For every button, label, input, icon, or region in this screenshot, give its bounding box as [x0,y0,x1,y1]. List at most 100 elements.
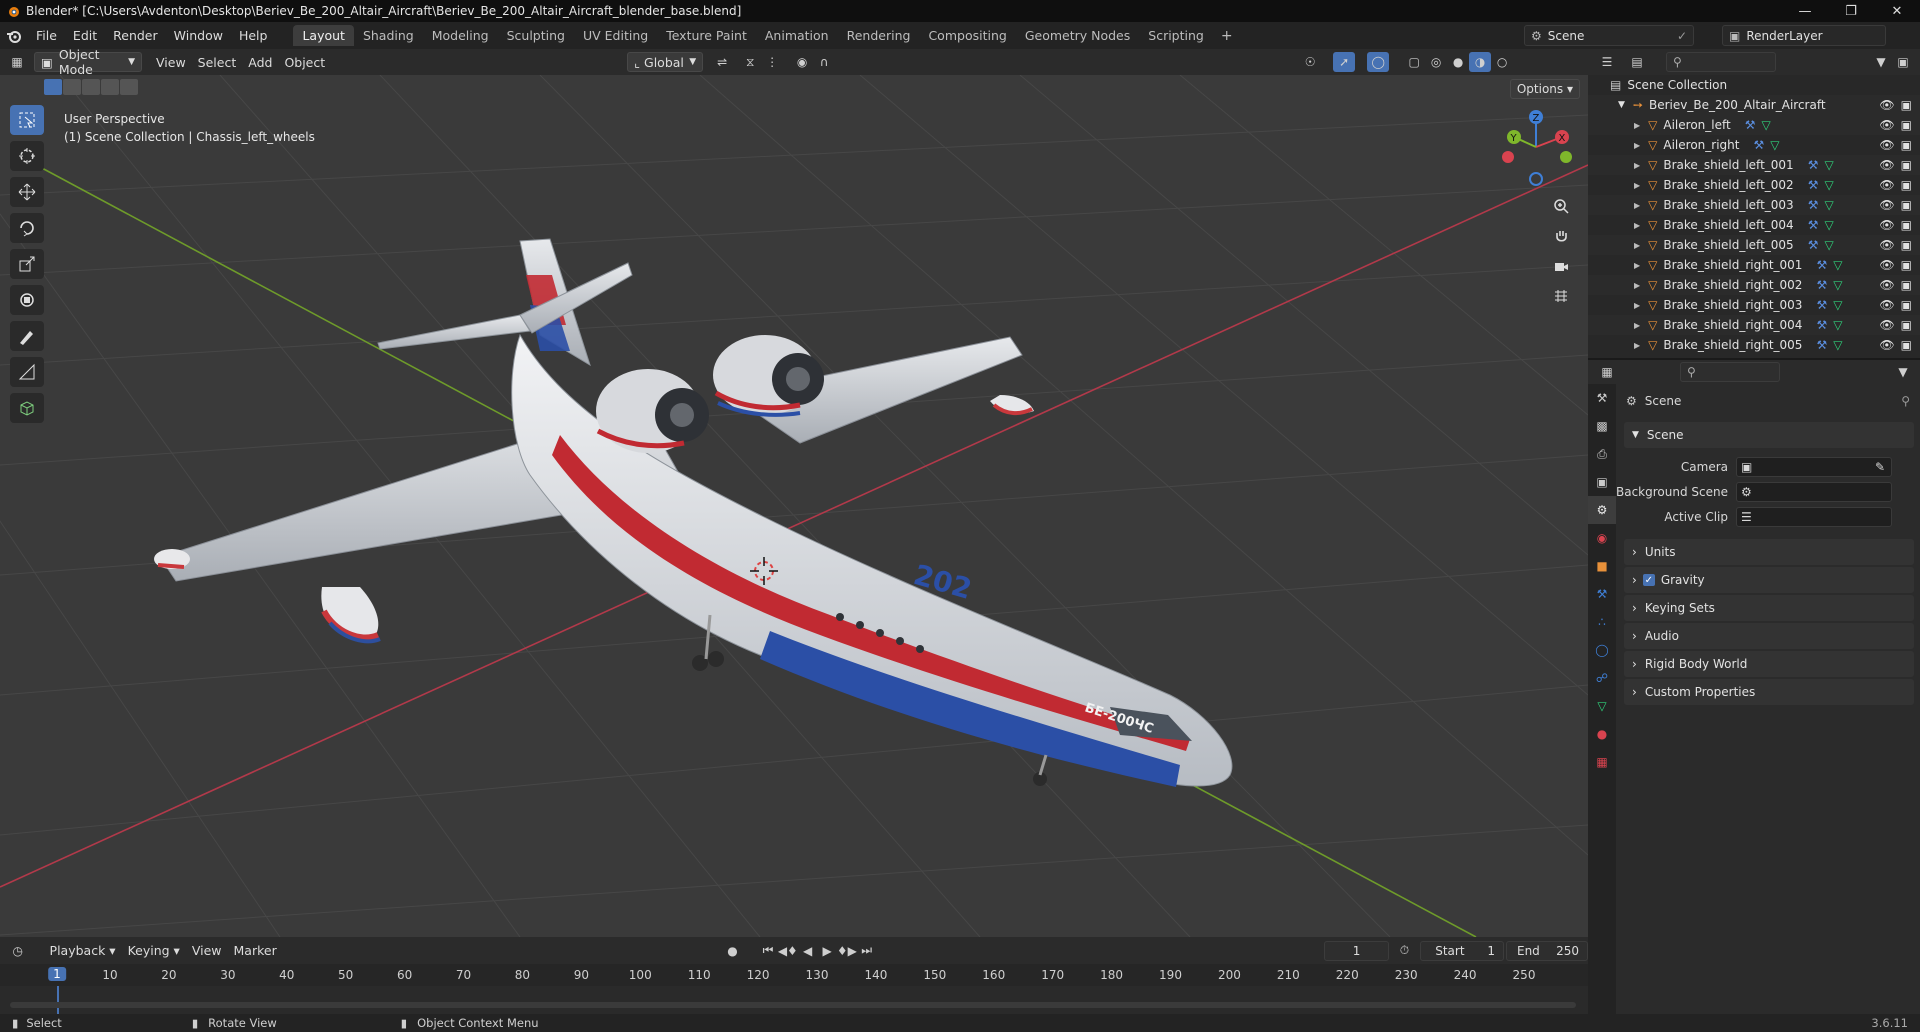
tab-shading[interactable]: Shading [354,25,423,46]
menu-file[interactable]: File [28,22,65,49]
outliner-root[interactable]: ▤ Scene Collection [1588,75,1920,95]
close-icon[interactable]: ✕ [1874,0,1920,22]
minimize-icon[interactable]: — [1782,0,1828,22]
timeline[interactable]: 1 10 20 30 40 50 60 70 80 90 100 110 120 130 140 150 16… [0,964,1588,1014]
play-reverse-icon[interactable]: ◀ [798,941,818,961]
background-scene-field[interactable]: ⚙ [1736,481,1892,502]
pin-icon[interactable]: ✓ [1677,29,1687,43]
menu-playback[interactable]: Playback ▾ [44,941,122,961]
outliner-object-row[interactable]: ▶ ▽ Aileron_left ⚒ ▽ 👁 ▣ [1588,115,1920,135]
tab-geometry-nodes[interactable]: Geometry Nodes [1016,25,1139,46]
physics-tab-icon[interactable]: ◯ [1588,636,1616,664]
active-clip-field[interactable]: ☰ [1736,506,1892,527]
chevron-down-icon[interactable]: ▼ [1892,362,1914,382]
display-mode-icon[interactable]: ▤ [1626,52,1648,72]
modifier-wrench-icon[interactable]: ⚒ [1816,258,1827,272]
camera-icon[interactable]: ▣ [1901,238,1912,252]
proportional-edit-icon[interactable]: ◉ [791,52,813,72]
camera-icon[interactable]: ▣ [1901,258,1912,272]
world-tab-icon[interactable]: ◉ [1588,524,1616,552]
tab-layout[interactable]: Layout [293,25,354,46]
modifier-wrench-icon[interactable]: ⚒ [1808,158,1819,172]
expand-right-icon[interactable]: ▶ [1634,161,1640,170]
camera-icon[interactable]: ▣ [1901,98,1912,112]
select-subtract-icon[interactable] [82,79,100,95]
modifier-wrench-icon[interactable]: ⚒ [1808,198,1819,212]
mesh-data-icon[interactable]: ▽ [1770,138,1779,152]
tab-texture-paint[interactable]: Texture Paint [657,25,756,46]
menu-object[interactable]: Object [278,52,331,72]
eye-icon[interactable]: 👁 [1879,238,1894,252]
gizmo-icon[interactable]: ➚ [1333,52,1356,72]
menu-timeline-view[interactable]: View [186,941,228,961]
particles-tab-icon[interactable]: ∴ [1588,608,1616,636]
outliner-object-row[interactable]: ▶ ▽ Brake_shield_left_002 ⚒ ▽ 👁 ▣ [1588,175,1920,195]
play-icon[interactable]: ▶ [817,941,837,961]
modifier-wrench-icon[interactable]: ⚒ [1816,338,1827,352]
camera-icon[interactable]: ▣ [1901,298,1912,312]
menu-render[interactable]: Render [105,22,166,49]
record-icon[interactable]: ● [723,941,743,961]
camera-icon[interactable]: ▣ [1901,138,1912,152]
mesh-data-icon[interactable]: ▽ [1833,278,1842,292]
panel-gravity[interactable]: › ✓ Gravity [1624,567,1914,593]
camera-field[interactable]: ▣ ✎ [1736,456,1892,477]
scale-icon[interactable] [10,249,44,279]
expand-right-icon[interactable]: ▶ [1634,281,1640,290]
eye-icon[interactable]: 👁 [1879,178,1894,192]
camera-icon[interactable]: ▣ [1901,218,1912,232]
mesh-data-icon[interactable]: ▽ [1824,198,1833,212]
modifier-wrench-icon[interactable]: ⚒ [1745,118,1756,132]
outliner-object-row[interactable]: ▶ ▽ Brake_shield_left_004 ⚒ ▽ 👁 ▣ [1588,215,1920,235]
eye-icon[interactable]: 👁 [1879,338,1894,352]
falloff-icon[interactable]: ∩ [813,52,835,72]
tab-animation[interactable]: Animation [756,25,838,46]
cursor-icon[interactable] [10,141,44,171]
xray-icon[interactable]: ▢ [1403,52,1425,72]
add-cube-icon[interactable] [10,393,44,423]
panel-custom-properties[interactable]: › Custom Properties [1624,679,1914,705]
menu-add[interactable]: Add [242,52,278,72]
snap-icon[interactable]: ⧖ [739,52,761,72]
options-dropdown[interactable]: Options ▾ [1509,79,1580,99]
maximize-icon[interactable]: ❐ [1828,0,1874,22]
filter-icon[interactable]: ▼ [1870,52,1892,72]
visibility-icon[interactable]: ☉ [1299,52,1321,72]
panel-rigid-body-world[interactable]: › Rigid Body World [1624,651,1914,677]
mesh-data-icon[interactable]: ▽ [1824,158,1833,172]
modifier-wrench-icon[interactable]: ⚒ [1816,278,1827,292]
modifier-tab-icon[interactable]: ⚒ [1588,580,1616,608]
select-invert-icon[interactable] [101,79,119,95]
mesh-data-icon[interactable]: ▽ [1824,178,1833,192]
panel-audio[interactable]: › Audio [1624,623,1914,649]
expand-right-icon[interactable]: ▶ [1634,241,1640,250]
tab-modeling[interactable]: Modeling [423,25,498,46]
panel-scene[interactable]: ▼ Scene [1624,422,1914,448]
menu-marker[interactable]: Marker [228,941,283,961]
measure-icon[interactable] [10,357,44,387]
data-tab-icon[interactable]: ▽ [1588,692,1616,720]
mesh-data-icon[interactable]: ▽ [1761,118,1770,132]
menu-keying[interactable]: Keying ▾ [122,941,186,961]
snap-target-icon[interactable]: ⋮ [761,52,783,72]
move-icon[interactable] [10,177,44,207]
zoom-icon[interactable] [1548,193,1574,219]
select-intersect-icon[interactable] [120,79,138,95]
modifier-wrench-icon[interactable]: ⚒ [1808,238,1819,252]
expand-right-icon[interactable]: ▶ [1634,221,1640,230]
eye-icon[interactable]: 👁 [1879,158,1894,172]
camera-icon[interactable]: ▣ [1901,178,1912,192]
menu-edit[interactable]: Edit [65,22,105,49]
tool-tab-icon[interactable]: ⚒ [1588,384,1616,412]
outliner-editor-icon[interactable]: ☰ [1596,52,1618,72]
pivot-point-icon[interactable]: ⇌ [711,52,733,72]
outliner-object-row[interactable]: ▶ ▽ Brake_shield_right_001 ⚒ ▽ 👁 ▣ [1588,255,1920,275]
properties-search-input[interactable]: ⚲ [1680,362,1780,382]
eyedropper-icon[interactable]: ✎ [1875,460,1885,474]
wireframe-shading-icon[interactable]: ◎ [1425,52,1447,72]
outliner-object-row[interactable]: ▶ ▽ Brake_shield_right_005 ⚒ ▽ 👁 ▣ [1588,335,1920,355]
tab-rendering[interactable]: Rendering [838,25,920,46]
mesh-data-icon[interactable]: ▽ [1833,318,1842,332]
tab-compositing[interactable]: Compositing [919,25,1015,46]
mesh-data-icon[interactable]: ▽ [1824,218,1833,232]
